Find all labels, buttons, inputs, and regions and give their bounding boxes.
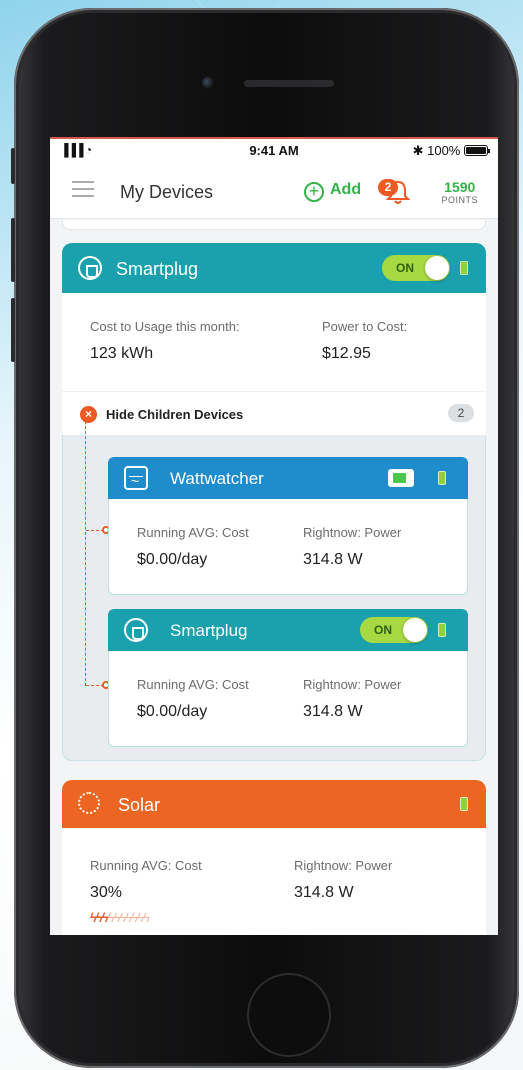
battery-icon <box>460 261 468 275</box>
smartplug-power-toggle[interactable]: ON <box>382 255 450 281</box>
volume-up-button <box>11 218 15 282</box>
add-label: Add <box>330 181 362 198</box>
close-circle-icon: × <box>80 406 97 423</box>
wattwatcher-card-header[interactable]: Wattwatcher <box>108 457 468 499</box>
bolt-icon: ϟ <box>101 910 109 925</box>
smartplug-icon <box>124 618 148 642</box>
previous-card-edge <box>62 220 486 230</box>
app-screen: ▐▐▐ ◔ 9:41 AM ✱ 100% My Devices + Add 2 1… <box>50 137 498 935</box>
front-camera <box>202 77 214 89</box>
notification-badge: 2 <box>378 179 398 196</box>
notifications-button[interactable]: 2 <box>378 177 418 207</box>
children-count-badge: 2 <box>448 404 474 422</box>
device-name: Solar <box>118 795 161 815</box>
metric-value: 30% <box>90 884 123 901</box>
hide-children-row[interactable]: × Hide Children Devices 2 <box>62 391 486 435</box>
bolt-rating: ϟϟϟϟϟϟϟϟϟϟ <box>90 910 150 925</box>
points-display[interactable]: 1590 POINTS <box>441 180 478 205</box>
metric-value: 314.8 W <box>303 551 363 568</box>
child-smartplug-card-body: Running AVG: Cost $0.00/day Rightnow: Po… <box>108 651 468 747</box>
solar-card-header[interactable]: Solar <box>62 780 486 828</box>
page-title: My Devices <box>120 182 214 202</box>
metric-label: Rightnow: Power <box>303 677 402 692</box>
battery-icon <box>438 471 446 485</box>
smartplug-card-header[interactable]: Smartplug ON <box>62 243 486 293</box>
volume-down-button <box>11 298 15 362</box>
child-smartplug-card-header[interactable]: Smartplug ON <box>108 609 468 651</box>
metric-value: $0.00/day <box>137 551 208 568</box>
metric-label: Running AVG: Cost <box>137 525 249 540</box>
tree-connector-line <box>85 421 86 686</box>
menu-icon[interactable] <box>72 181 94 197</box>
child-smartplug-power-toggle[interactable]: ON <box>360 617 428 643</box>
metric-value: 123 kWh <box>90 345 154 362</box>
battery-icon <box>460 797 468 811</box>
metric-label: Rightnow: Power <box>294 858 393 873</box>
home-button[interactable] <box>247 973 331 1057</box>
wattwatcher-card-body: Running AVG: Cost $0.00/day Rightnow: Po… <box>108 499 468 595</box>
points-value: 1590 <box>444 179 476 195</box>
points-label: POINTS <box>441 195 478 205</box>
mute-switch <box>11 148 15 184</box>
device-name: Smartplug <box>170 621 248 640</box>
device-name: Wattwatcher <box>170 469 264 488</box>
nav-bar: My Devices + Add 2 1590 POINTS <box>50 161 498 219</box>
metric-value: $0.00/day <box>137 703 208 720</box>
battery-percent: ✱ 100% <box>412 143 461 158</box>
metric-value: $12.95 <box>322 345 371 362</box>
metric-label: Power to Cost: <box>322 319 408 334</box>
metric-label: Cost to Usage this month: <box>90 319 240 334</box>
add-device-button[interactable]: + Add <box>304 181 361 202</box>
add-circle-icon: + <box>304 182 324 202</box>
solar-icon <box>78 792 100 814</box>
metric-label: Rightnow: Power <box>303 525 402 540</box>
earpiece-speaker <box>244 80 334 87</box>
smartplug-icon <box>78 256 102 280</box>
status-bar: ▐▐▐ ◔ 9:41 AM ✱ 100% <box>50 139 498 161</box>
metric-label: Running AVG: Cost <box>90 858 202 873</box>
metric-label: Running AVG: Cost <box>137 677 249 692</box>
battery-icon <box>438 623 446 637</box>
metric-value: 314.8 W <box>303 703 363 720</box>
bolt-icon: ϟ <box>143 910 150 925</box>
battery-level-icon <box>388 469 414 487</box>
metric-value: 314.8 W <box>294 884 354 901</box>
bolt-icon: ϟ <box>107 910 115 925</box>
battery-icon <box>464 145 490 156</box>
device-name: Smartplug <box>116 259 199 279</box>
smartplug-card-body: Cost to Usage this month: 123 kWh Power … <box>62 293 486 391</box>
status-battery: ✱ 100% <box>412 143 490 159</box>
wattwatcher-icon <box>124 466 148 490</box>
solar-card-body: Running AVG: Cost 30% ϟϟϟϟϟϟϟϟϟϟ Rightno… <box>62 828 486 935</box>
hide-children-label: Hide Children Devices <box>106 407 244 422</box>
